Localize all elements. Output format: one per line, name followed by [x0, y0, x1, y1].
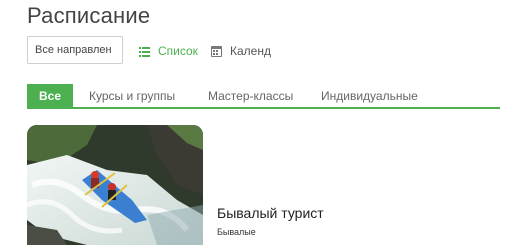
tab-all[interactable]: Все [27, 84, 73, 109]
list-icon [139, 46, 150, 57]
page-title: Расписание [27, 3, 151, 28]
event-image[interactable] [27, 125, 203, 245]
category-tabs: Все Курсы и группы Мастер-классы Индивид… [27, 84, 500, 109]
calendar-icon [211, 45, 222, 57]
tab-courses-groups[interactable]: Курсы и группы [89, 84, 175, 109]
tab-individual[interactable]: Индивидуальные [321, 84, 418, 109]
list-view-toggle[interactable]: Список [139, 44, 198, 58]
direction-filter-select[interactable]: Все направлен [27, 36, 123, 64]
event-subtitle: Бывалые [217, 227, 256, 237]
calendar-view-label: Календ [230, 44, 271, 58]
list-view-label: Список [158, 44, 198, 58]
calendar-view-toggle[interactable]: Календ [211, 44, 271, 58]
tab-master-classes[interactable]: Мастер-классы [208, 84, 293, 109]
event-title[interactable]: Бывалый турист [217, 205, 324, 221]
